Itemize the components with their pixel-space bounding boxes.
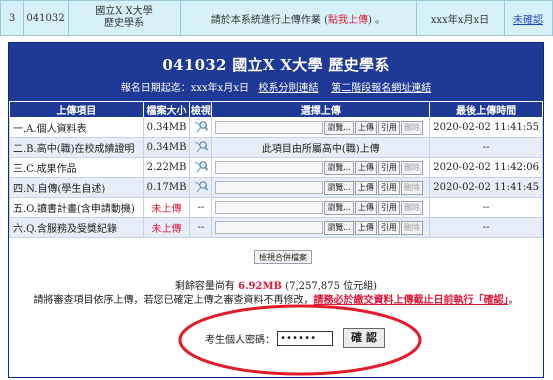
password-label: 考生個人密碼： (205, 334, 275, 346)
view-cell: -- (189, 197, 213, 218)
confirm-notice: 請將審查項目依序上傳，若您已確定上傳之審查資料不再修改，請務必於繳交資料上傳截止… (33, 295, 519, 306)
upload-item-name: 四.N.自傳(學生自述) (9, 177, 144, 198)
magnifier-icon[interactable] (194, 120, 208, 133)
upload-button[interactable]: 上傳 (354, 180, 377, 195)
department-label: 歷史學系 (104, 18, 144, 29)
delete-button[interactable]: 刪除 (400, 120, 423, 135)
file-size: 0.34MB (142, 117, 191, 138)
col-header-upload: 選擇上傳 (211, 101, 431, 118)
file-path-input[interactable] (215, 221, 324, 234)
stage2-registration-link[interactable]: 第二階段報名網址連結 (331, 83, 431, 94)
magnifier-icon[interactable] (194, 160, 208, 173)
last-upload-time: -- (429, 137, 543, 158)
file-size: 0.17MB (142, 177, 191, 198)
file-size: 未上傳 (142, 197, 191, 218)
application-period: 報名日期起迄：xxx年x月x日 (120, 83, 249, 94)
upload-panel: 041032 國立X X大學 歷史學系 報名日期起迄：xxx年x月x日 校系分則… (8, 42, 544, 378)
password-row: 考生個人密碼： •••••• 確 認 (205, 328, 385, 348)
confirm-button[interactable]: 確 認 (343, 328, 385, 348)
last-upload-time: -- (429, 197, 543, 218)
browse-button[interactable]: 瀏覽... (324, 160, 354, 175)
delete-button[interactable]: 刪除 (400, 180, 423, 195)
col-header-view: 檢視 (189, 101, 213, 118)
cite-button[interactable]: 引用 (377, 120, 400, 135)
col-header-time: 最後上傳時間 (429, 101, 543, 118)
cite-button[interactable]: 引用 (377, 180, 400, 195)
upload-controls: 瀏覽... 上傳 引用 刪除 (211, 197, 431, 218)
upload-button[interactable]: 上傳 (354, 220, 377, 235)
upload-link[interactable]: 點我上傳 (328, 11, 368, 26)
cite-button[interactable]: 引用 (377, 200, 400, 215)
row-index: 3 (1, 1, 24, 35)
last-upload-time: 2020-02-02 11:41:45 (429, 177, 543, 198)
upload-button[interactable]: 上傳 (354, 160, 377, 175)
table-row: 一.A.個人資料表 0.34MB 瀏覽... 上傳 引用 刪除 2020-02-02 11:… (9, 117, 543, 138)
upload-table: 上傳項目 檔案大小 檢視 選擇上傳 最後上傳時間 一.A.個人資料表 0.34MB… (9, 101, 543, 238)
application-row: 3 041032 國立X X大學 歷史學系 請於本系統進行上傳作業 (點我上傳)… (0, 0, 553, 36)
school-upload-note: 此項目由所屬高中(職)上傳 (261, 144, 380, 155)
magnifier-icon[interactable] (194, 140, 208, 153)
upload-item-name: 五.O.讀書計畫(含申請動機) (9, 197, 144, 218)
last-upload-time: 2020-02-02 11:41:55 (429, 117, 543, 138)
password-input[interactable]: •••••• (277, 330, 333, 346)
file-size: 2.22MB (142, 157, 191, 178)
table-row: 六.Q.含服務及受獎紀錄 未上傳 -- 瀏覽... 上傳 引用 刪除 -- (9, 217, 543, 238)
upload-controls: 瀏覽... 上傳 引用 刪除 (211, 217, 431, 238)
col-header-item: 上傳項目 (9, 101, 144, 118)
file-size: 0.34MB (142, 137, 191, 158)
table-row: 四.N.自傳(學生自述) 0.17MB 瀏覽... 上傳 引用 刪除 2020-02-02 … (9, 177, 543, 198)
upload-item-name: 一.A.個人資料表 (9, 117, 144, 138)
table-row: 三.C.成果作品 2.22MB 瀏覽... 上傳 引用 刪除 2020-02-02 11:4… (9, 157, 543, 178)
upload-message: 請於本系統進行上傳作業 (點我上傳) 。 (180, 1, 417, 35)
upload-controls: 瀏覽... 上傳 引用 刪除 (211, 157, 431, 178)
school-rules-link[interactable]: 校系分則連結 (259, 83, 319, 94)
cite-button[interactable]: 引用 (377, 160, 400, 175)
university-name: 國立X X大學 (95, 6, 153, 17)
view-cell: -- (189, 217, 213, 238)
browse-button[interactable]: 瀏覽... (324, 220, 354, 235)
upload-table-body: 一.A.個人資料表 0.34MB 瀏覽... 上傳 引用 刪除 2020-02-02 11:… (9, 117, 543, 238)
confirm-warning: 請務必於繳交資料上傳截止日前執行「確認」 (313, 295, 509, 306)
magnifier-icon[interactable] (194, 180, 208, 193)
upload-controls: 瀏覽... 上傳 引用 刪除 (211, 117, 431, 138)
file-path-input[interactable] (215, 201, 324, 214)
remaining-capacity: 剩餘容量尚有 6.92MB (7,257,875 位元組) (174, 281, 378, 292)
department-code: 041032 (23, 1, 69, 35)
delete-button[interactable]: 刪除 (400, 160, 423, 175)
file-path-input[interactable] (215, 161, 324, 174)
table-header-row: 上傳項目 檔案大小 檢視 選擇上傳 最後上傳時間 (9, 101, 543, 118)
upload-controls: 瀏覽... 上傳 引用 刪除 (211, 177, 431, 198)
view-merged-file-button[interactable]: 檢視合併檔案 (254, 250, 312, 264)
file-path-input[interactable] (215, 181, 324, 194)
upload-item-name: 三.C.成果作品 (9, 157, 144, 178)
banner-subtitle: 報名日期起迄：xxx年x月x日 校系分則連結 第二階段報名網址連結 (9, 79, 543, 94)
department-name: 國立X X大學 歷史學系 (68, 1, 181, 35)
department-title: 041032 國立X X大學 歷史學系 (162, 56, 390, 74)
upload-controls: 此項目由所屬高中(職)上傳 (211, 137, 431, 158)
upload-item-name: 六.Q.含服務及受獎紀錄 (9, 217, 144, 238)
table-row: 五.O.讀書計畫(含申請動機) 未上傳 -- 瀏覽... 上傳 引用 刪除 -- (9, 197, 543, 218)
browse-button[interactable]: 瀏覽... (324, 120, 354, 135)
deadline-date: xxx年x月x日 (416, 1, 505, 35)
file-path-input[interactable] (215, 121, 324, 134)
view-cell[interactable] (189, 137, 213, 158)
view-cell[interactable] (189, 157, 213, 178)
browse-button[interactable]: 瀏覽... (324, 180, 354, 195)
browse-button[interactable]: 瀏覽... (324, 200, 354, 215)
last-upload-time: -- (429, 217, 543, 238)
view-cell[interactable] (189, 117, 213, 138)
cite-button[interactable]: 引用 (377, 220, 400, 235)
delete-button[interactable]: 刪除 (400, 220, 423, 235)
table-row: 二.B.高中(職)在校成績證明 0.34MB 此項目由所屬高中(職)上傳 -- (9, 137, 543, 158)
file-size: 未上傳 (142, 217, 191, 238)
last-upload-time: 2020-02-02 11:42:06 (429, 157, 543, 178)
view-cell[interactable] (189, 177, 213, 198)
confirm-status[interactable]: 未確認 (504, 1, 552, 35)
upload-button[interactable]: 上傳 (354, 200, 377, 215)
department-banner: 041032 國立X X大學 歷史學系 報名日期起迄：xxx年x月x日 校系分則… (9, 43, 543, 101)
upload-button[interactable]: 上傳 (354, 120, 377, 135)
upload-item-name: 二.B.高中(職)在校成績證明 (9, 137, 144, 158)
delete-button[interactable]: 刪除 (400, 200, 423, 215)
col-header-size: 檔案大小 (142, 101, 191, 118)
